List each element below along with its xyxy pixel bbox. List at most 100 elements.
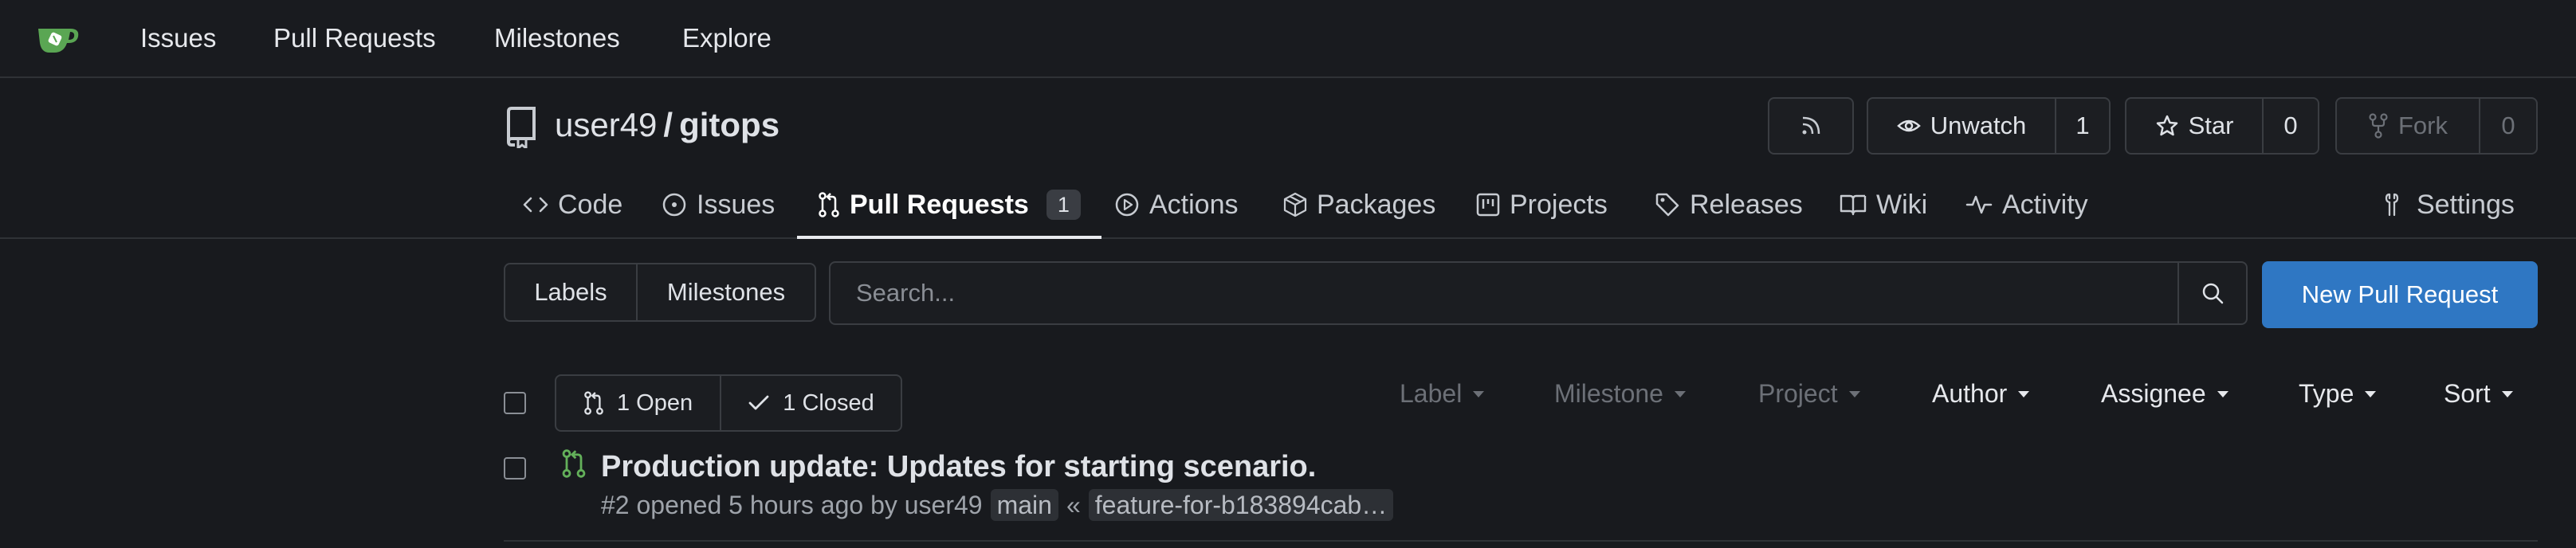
label-filter-dropdown[interactable]: Label bbox=[1400, 378, 1485, 409]
tab-code[interactable]: Code bbox=[523, 172, 622, 237]
chevron-down-icon bbox=[1674, 390, 1686, 397]
top-navbar: Issues Pull Requests Milestones Explore bbox=[0, 0, 2576, 78]
rss-segment[interactable] bbox=[1769, 99, 1852, 153]
nav-pull-requests[interactable]: Pull Requests bbox=[273, 22, 436, 54]
watch-count[interactable]: 1 bbox=[2055, 99, 2109, 153]
repo-tabs: Code Issues Pull Requests 1 Actions Pack… bbox=[0, 172, 2576, 239]
fork-label: Fork bbox=[2398, 112, 2448, 139]
gitea-logo-icon[interactable] bbox=[33, 19, 81, 57]
star-button-group: Star 0 bbox=[2125, 97, 2319, 155]
unwatch-button[interactable]: Unwatch bbox=[1868, 99, 2055, 153]
pull-request-icon bbox=[819, 192, 839, 217]
new-pull-request-button[interactable]: New Pull Request bbox=[2262, 261, 2538, 328]
fork-button[interactable]: Fork bbox=[2337, 99, 2479, 153]
tab-pull-requests[interactable]: Pull Requests 1 bbox=[797, 172, 1101, 239]
nav-milestones[interactable]: Milestones bbox=[494, 22, 620, 54]
tab-settings[interactable]: Settings bbox=[2383, 172, 2515, 237]
tab-issues[interactable]: Issues bbox=[662, 172, 775, 237]
chevron-down-icon bbox=[2365, 390, 2377, 397]
tab-wiki-label: Wiki bbox=[1876, 189, 1928, 220]
labels-milestones-group: Labels Milestones bbox=[504, 263, 816, 322]
search-input[interactable] bbox=[831, 263, 2177, 323]
labels-button[interactable]: Labels bbox=[505, 264, 636, 320]
book-icon bbox=[1840, 194, 1867, 216]
star-button[interactable]: Star bbox=[2126, 99, 2262, 153]
star-icon bbox=[2156, 115, 2177, 136]
tab-releases[interactable]: Releases bbox=[1655, 172, 1803, 237]
repo-separator: / bbox=[663, 106, 673, 143]
tab-releases-label: Releases bbox=[1690, 189, 1803, 220]
search-button[interactable] bbox=[2177, 263, 2246, 323]
chevron-down-icon bbox=[2217, 390, 2228, 397]
tab-issues-label: Issues bbox=[697, 189, 776, 220]
nav-issues[interactable]: Issues bbox=[140, 22, 216, 54]
play-circle-icon bbox=[1115, 193, 1139, 217]
repo-owner[interactable]: user49 bbox=[555, 106, 657, 143]
author-filter-dropdown[interactable]: Author bbox=[1932, 378, 2030, 409]
label-filter-text: Label bbox=[1400, 379, 1463, 408]
search-box bbox=[829, 261, 2248, 325]
tools-icon bbox=[2385, 193, 2399, 217]
tab-activity[interactable]: Activity bbox=[1965, 172, 2088, 237]
chevron-down-icon bbox=[2018, 390, 2030, 397]
open-filter-button[interactable]: 1 Open bbox=[556, 376, 720, 430]
repo-header: user49/gitops Unwatch 1 Star 0 Fork 0 Co… bbox=[0, 78, 2576, 239]
sort-dropdown[interactable]: Sort bbox=[2444, 378, 2513, 409]
fork-icon bbox=[2369, 113, 2388, 139]
pr-meta-text: #2 opened 5 hours ago by user49 bbox=[601, 491, 983, 519]
pull-requests-count-badge: 1 bbox=[1046, 190, 1081, 220]
repo-title: user49/gitops bbox=[555, 104, 779, 147]
closed-filter-button[interactable]: 1 Closed bbox=[720, 376, 901, 430]
chevron-down-icon bbox=[2501, 390, 2513, 397]
chevron-down-icon bbox=[1848, 390, 1860, 397]
type-filter-text: Type bbox=[2299, 379, 2354, 408]
tab-actions[interactable]: Actions bbox=[1114, 172, 1239, 237]
sort-text: Sort bbox=[2444, 379, 2491, 408]
issue-open-icon bbox=[662, 193, 686, 217]
pr-title-link[interactable]: Production update: Updates for starting … bbox=[601, 448, 1316, 486]
check-icon bbox=[748, 395, 769, 410]
milestone-filter-dropdown[interactable]: Milestone bbox=[1554, 378, 1686, 409]
milestone-filter-text: Milestone bbox=[1554, 379, 1663, 408]
tab-wiki[interactable]: Wiki bbox=[1840, 172, 1927, 237]
tab-activity-label: Activity bbox=[2002, 189, 2088, 220]
assignee-filter-dropdown[interactable]: Assignee bbox=[2101, 378, 2228, 409]
project-filter-dropdown[interactable]: Project bbox=[1758, 378, 1860, 409]
fork-count[interactable]: 0 bbox=[2479, 99, 2536, 153]
pull-request-icon bbox=[584, 391, 603, 415]
tab-settings-label: Settings bbox=[2417, 189, 2515, 220]
closed-count-label: 1 Closed bbox=[783, 389, 874, 416]
open-count-label: 1 Open bbox=[616, 389, 693, 416]
repo-icon bbox=[506, 107, 536, 148]
nav-explore[interactable]: Explore bbox=[682, 22, 772, 54]
fork-button-group: Fork 0 bbox=[2335, 97, 2538, 155]
rss-button[interactable] bbox=[1768, 97, 1854, 155]
pull-request-open-icon bbox=[562, 449, 586, 478]
target-branch[interactable]: main bbox=[990, 489, 1058, 521]
pr-select-checkbox[interactable] bbox=[504, 457, 526, 480]
repo-name[interactable]: gitops bbox=[679, 106, 779, 143]
pr-meta: #2 opened 5 hours ago by user49 main « f… bbox=[601, 489, 1394, 521]
unwatch-label: Unwatch bbox=[1930, 112, 2027, 139]
tab-actions-label: Actions bbox=[1149, 189, 1239, 220]
code-icon bbox=[523, 197, 548, 213]
select-all-checkbox[interactable] bbox=[504, 392, 526, 414]
project-board-icon bbox=[1476, 193, 1500, 217]
branch-arrow: « bbox=[1066, 491, 1081, 519]
watch-button-group: Unwatch 1 bbox=[1867, 97, 2111, 155]
tab-packages[interactable]: Packages bbox=[1283, 172, 1435, 237]
assignee-filter-text: Assignee bbox=[2101, 379, 2206, 408]
tab-pull-requests-label: Pull Requests bbox=[850, 189, 1029, 220]
project-filter-text: Project bbox=[1758, 379, 1838, 408]
milestones-button[interactable]: Milestones bbox=[636, 264, 815, 320]
rss-icon bbox=[1802, 116, 1820, 135]
source-branch[interactable]: feature-for-b183894cab… bbox=[1088, 489, 1394, 521]
tab-projects[interactable]: Projects bbox=[1476, 172, 1608, 237]
star-count[interactable]: 0 bbox=[2262, 99, 2318, 153]
author-filter-text: Author bbox=[1932, 379, 2008, 408]
tab-code-label: Code bbox=[558, 189, 623, 220]
eye-icon bbox=[1896, 119, 1921, 132]
tag-icon bbox=[1655, 193, 1679, 217]
type-filter-dropdown[interactable]: Type bbox=[2299, 378, 2377, 409]
chevron-down-icon bbox=[1473, 390, 1485, 397]
